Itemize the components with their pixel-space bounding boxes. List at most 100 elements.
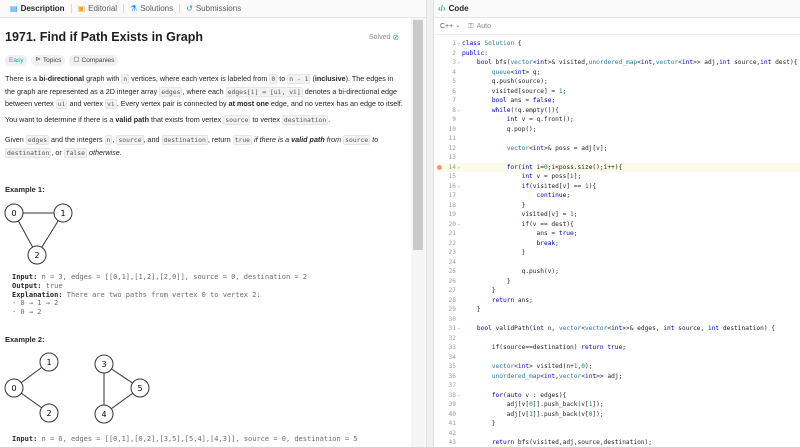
line-number: 38 xyxy=(448,391,456,399)
line-number: 12 xyxy=(448,144,456,152)
code-line[interactable]: 27 } xyxy=(434,286,800,296)
difficulty-badge[interactable]: Easy xyxy=(5,55,28,66)
code-text: vector<int> visited(n+1,0); xyxy=(491,363,593,370)
code-line[interactable]: 39 adj[v[0]].push_back(v[1]); xyxy=(434,400,800,410)
line-number: 15 xyxy=(448,173,456,180)
code-line[interactable]: 5 q.push(source); xyxy=(434,77,800,87)
code-line[interactable]: 4 queue<int> q; xyxy=(434,68,800,78)
example-2-graph: 0 1 2 3 4 5 xyxy=(4,352,150,424)
example-1-block: Input: n = 3, edges = [[0,1],[1,2],[2,0]… xyxy=(12,273,308,317)
code-line[interactable]: 36 unordered_map<int,vector<int>> adj; xyxy=(434,372,800,382)
code-line[interactable]: 9 int v = q.front(); xyxy=(434,115,800,125)
code-line[interactable]: 35 vector<int> visited(n+1,0); xyxy=(434,362,800,372)
code-line[interactable]: 8 ⌄ while(!q.empty()){ xyxy=(434,106,800,116)
solved-label: Solved xyxy=(369,34,391,41)
code-text: break; xyxy=(536,239,559,247)
line-number: 30 xyxy=(448,315,456,323)
tab-submissions[interactable]: ↺ Submissions xyxy=(180,0,247,18)
code-line[interactable]: 2 public: xyxy=(434,49,800,59)
solutions-icon: ⚗ xyxy=(130,3,138,13)
code-line[interactable]: 17 continue; xyxy=(434,191,800,201)
code-line[interactable]: 41 } xyxy=(434,419,800,429)
code-line[interactable]: 23 } xyxy=(434,248,800,258)
tab-description[interactable]: ▤ Description xyxy=(4,0,71,18)
code-line[interactable]: 42 xyxy=(434,429,800,439)
line-number: 5 xyxy=(452,78,456,85)
line-number: 23 xyxy=(448,249,456,256)
code-line[interactable]: 26 } xyxy=(434,277,800,287)
code-line[interactable]: 19 visited[v] = 1; xyxy=(434,210,800,220)
code-line[interactable]: 30 xyxy=(434,315,800,325)
code-line[interactable]: 31 ⌄ bool validPath(int n, vector<vector<… xyxy=(434,324,800,334)
auto-label: Auto xyxy=(476,22,491,30)
code-line[interactable]: 14 ⌄ for(int i=0;i<poss.size();i++){ xyxy=(434,162,800,172)
code-text: int v = q.front(); xyxy=(506,116,574,123)
line-number: 26 xyxy=(448,277,456,285)
line-number: 42 xyxy=(448,429,456,437)
code-line[interactable]: 20 ⌄ if(v == dest){ xyxy=(434,220,800,230)
code-line[interactable]: 22 break; xyxy=(434,239,800,249)
problem-paragraph-2: You want to determine if there is a vali… xyxy=(5,115,331,125)
code-text: bool validPath(int n, vector<vector<int>… xyxy=(476,325,776,332)
code-panel: ‹/› Code C++ ⌄ ⚿ Auto 1 ⌄ class Solution {… xyxy=(433,0,800,447)
code-line[interactable]: 34 xyxy=(434,353,800,363)
code-text: int v = poss[i]; xyxy=(521,173,582,180)
companies-badge[interactable]: ▢ Companies xyxy=(69,55,119,66)
breakpoint-icon[interactable] xyxy=(437,165,442,170)
graph-node-label: 3 xyxy=(101,360,106,369)
auto-toggle[interactable]: ⚿ Auto xyxy=(468,23,491,30)
code-line[interactable]: 10 q.pop(); xyxy=(434,125,800,135)
code-line[interactable]: 40 adj[v[1]].push_back(v[0]); xyxy=(434,410,800,420)
tab-editorial[interactable]: ▣ Editorial xyxy=(72,0,123,18)
line-number: 13 xyxy=(448,154,456,161)
code-line[interactable]: 7 bool ans = false; xyxy=(434,96,800,106)
code-line[interactable]: 18 } xyxy=(434,201,800,211)
code-text: } xyxy=(462,306,481,313)
submissions-icon: ↺ xyxy=(186,3,193,13)
language-label: C++ xyxy=(440,22,454,30)
code-text: } xyxy=(462,277,511,285)
code-line[interactable]: 15 int v = poss[i]; xyxy=(434,172,800,182)
line-number: 16 xyxy=(448,182,456,190)
line-number: 32 xyxy=(448,334,456,342)
line-number: 43 xyxy=(448,439,456,446)
code-text: queue<int> q; xyxy=(491,68,541,76)
solved-status: Solved ⊘ xyxy=(369,33,399,42)
code-text: return bfs(visited,adj,source,destinatio… xyxy=(491,439,653,446)
code-editor[interactable]: 1 ⌄ class Solution {2 public: 3 ⌄ bool bfs(ve… xyxy=(434,37,800,447)
graph-node-label: 2 xyxy=(46,409,51,418)
code-line[interactable]: 13 xyxy=(434,153,800,163)
code-line[interactable]: 1 ⌄ class Solution { xyxy=(434,39,800,49)
graph-node-label: 0 xyxy=(11,384,16,393)
code-text: q.push(v); xyxy=(462,268,559,275)
scroll-thumb[interactable] xyxy=(413,20,423,250)
code-text: bool ans = false; xyxy=(491,97,556,104)
language-selector[interactable]: C++ ⌄ xyxy=(440,23,460,30)
code-line[interactable]: 16 ⌄ if(visited[v] == 1){ xyxy=(434,182,800,192)
code-line[interactable]: 28 return ans; xyxy=(434,296,800,306)
code-text: } xyxy=(462,249,526,256)
code-line[interactable]: 37 xyxy=(434,381,800,391)
check-circle-icon: ⊘ xyxy=(392,33,400,42)
code-line[interactable]: 21 ans = true; xyxy=(434,229,800,239)
code-line[interactable]: 38 ⌄ for(auto v : edges){ xyxy=(434,391,800,401)
code-line[interactable]: 3 ⌄ bool bfs(vector<int>& visited,unorder… xyxy=(434,58,800,68)
line-number: 3 xyxy=(452,59,456,66)
code-line[interactable]: 12 vector<int>& poss = adj[v]; xyxy=(434,144,800,154)
topics-badge[interactable]: ⊳ Topics xyxy=(31,55,66,66)
tab-solutions[interactable]: ⚗ Solutions xyxy=(124,0,179,18)
code-line[interactable]: 33 if(source==destination) return true; xyxy=(434,343,800,353)
line-number: 10 xyxy=(448,125,456,133)
code-text: visited[v] = 1; xyxy=(462,211,578,218)
code-line[interactable]: 29 } xyxy=(434,305,800,315)
code-line[interactable]: 25 q.push(v); xyxy=(434,267,800,277)
graph-node-label: 1 xyxy=(60,209,65,218)
code-text: adj[v[0]].push_back(v[1]); xyxy=(462,401,604,408)
code-line[interactable]: 24 xyxy=(434,258,800,268)
problem-scrollbar[interactable] xyxy=(411,18,425,447)
code-line[interactable]: 11 xyxy=(434,134,800,144)
line-number: 8 xyxy=(452,106,456,114)
code-line[interactable]: 43 return bfs(visited,adj,source,destina… xyxy=(434,438,800,447)
code-line[interactable]: 32 xyxy=(434,334,800,344)
code-line[interactable]: 6 visited[source] = 1; xyxy=(434,87,800,97)
